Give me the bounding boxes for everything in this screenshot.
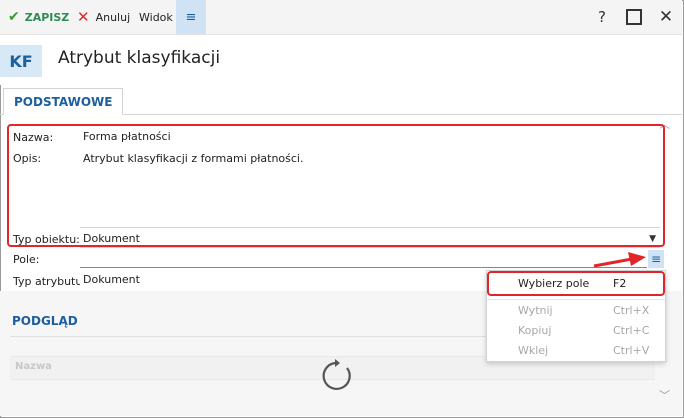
help-button[interactable]: ? bbox=[587, 0, 617, 34]
object-badge: KF bbox=[0, 45, 42, 77]
hamburger-icon: ≡ bbox=[650, 252, 662, 266]
name-label: Nazwa: bbox=[13, 131, 54, 144]
shortcut-paste: Ctrl+V bbox=[613, 344, 650, 357]
column-header-name: Nazwa bbox=[15, 361, 52, 372]
field-input[interactable] bbox=[80, 250, 647, 268]
checkmark-icon: ✔ bbox=[8, 9, 20, 25]
object-type-label: Typ obiektu: bbox=[13, 233, 80, 246]
maximize-icon bbox=[626, 9, 642, 25]
cross-icon: ✕ bbox=[77, 8, 90, 26]
pointer-arrow-icon bbox=[592, 250, 648, 273]
view-label: Widok bbox=[139, 10, 173, 24]
toolbar: ✔ ZAPISZ ✕ Anuluj Widok ≡ ? ✕ bbox=[0, 0, 682, 35]
description-label: Opis: bbox=[13, 152, 42, 165]
field-menu-button[interactable]: ≡ bbox=[648, 250, 664, 268]
menu-separator bbox=[487, 299, 665, 300]
save-label: ZAPISZ bbox=[24, 10, 70, 24]
tab-podstawowe[interactable]: PODSTAWOWE bbox=[3, 88, 124, 115]
menu-item-cut[interactable]: Wytnij bbox=[518, 304, 553, 317]
attribute-type-value: Dokument bbox=[80, 271, 480, 289]
save-button[interactable]: ✔ ZAPISZ bbox=[8, 0, 69, 34]
close-icon: ✕ bbox=[658, 7, 674, 27]
attribute-type-label: Typ atrybutu: bbox=[13, 275, 87, 288]
menu-button[interactable]: ≡ bbox=[176, 0, 206, 34]
menu-item-paste[interactable]: Wklej bbox=[518, 344, 548, 357]
page-title: Atrybut klasyfikacji bbox=[58, 48, 221, 68]
scroll-up-icon[interactable]: ︿ bbox=[659, 116, 670, 132]
loading-spinner-icon bbox=[319, 358, 355, 397]
shortcut-cut: Ctrl+X bbox=[613, 304, 650, 317]
cancel-button[interactable]: ✕ Anuluj bbox=[77, 0, 130, 34]
object-type-select[interactable]: Dokument ▼ bbox=[80, 230, 660, 248]
object-type-value: Dokument bbox=[83, 232, 140, 245]
view-button[interactable]: Widok bbox=[139, 0, 173, 34]
chevron-down-icon: ▼ bbox=[649, 234, 656, 244]
hamburger-icon: ≡ bbox=[185, 9, 197, 25]
menu-item-select-field-highlight bbox=[487, 271, 665, 296]
help-icon: ? bbox=[598, 8, 606, 26]
menu-item-copy[interactable]: Kopiuj bbox=[518, 324, 551, 337]
tab-bar: PODSTAWOWE bbox=[0, 88, 682, 115]
preview-title: PODGLĄD bbox=[12, 314, 78, 328]
description-field[interactable]: Atrybut klasyfikacji z formami płatności… bbox=[80, 148, 660, 228]
shortcut-copy: Ctrl+C bbox=[613, 324, 650, 337]
page-header: KF Atrybut klasyfikacji bbox=[0, 35, 682, 85]
name-field[interactable]: Forma płatności bbox=[80, 128, 660, 146]
scroll-down-icon[interactable]: ﹀ bbox=[659, 387, 670, 403]
close-button[interactable]: ✕ bbox=[651, 0, 681, 34]
cancel-label: Anuluj bbox=[95, 10, 131, 24]
field-label: Pole: bbox=[13, 253, 40, 266]
maximize-button[interactable] bbox=[619, 0, 649, 34]
